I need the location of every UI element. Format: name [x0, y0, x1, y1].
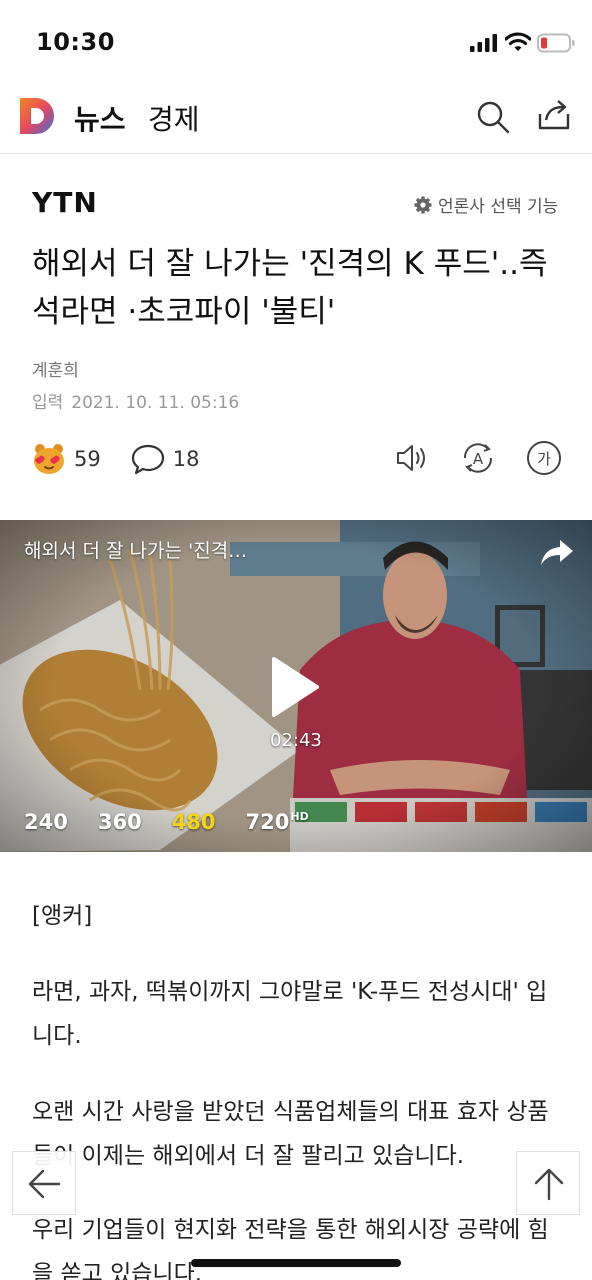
article-title: 해외서 더 잘 나가는 '진격의 K 푸드'..즉석라면 ·초코파이 '불티'	[32, 246, 548, 330]
quality-option-480[interactable]: 480	[172, 810, 216, 834]
share-icon[interactable]	[536, 98, 572, 132]
heart-eyes-emoji-icon[interactable]	[32, 442, 66, 476]
comment-count: 18	[172, 447, 200, 471]
publish-date: 입력 2021. 10. 11. 05:16	[32, 388, 239, 413]
body-paragraph: 오랜 시간 사랑을 받았던 식품업체들의 대표 효자 상품들이 이제는 해외에서…	[32, 1099, 549, 1169]
svg-text:가: 가	[537, 450, 551, 468]
play-icon[interactable]	[270, 656, 320, 718]
video-share-icon[interactable]	[540, 538, 574, 566]
search-icon[interactable]	[476, 100, 510, 134]
video-player[interactable]: 해외서 더 잘 나가는 '진격… 02:43 240 360 480 720HD	[0, 520, 592, 852]
scroll-top-button[interactable]	[516, 1151, 580, 1215]
reaction-count: 59	[74, 447, 101, 471]
quality-label: 480	[171, 810, 216, 834]
reaction-bar: 59 18	[32, 440, 229, 478]
section-tab-economy[interactable]: 경제	[148, 98, 200, 138]
news-home-link[interactable]: 뉴스	[74, 98, 126, 138]
battery-icon	[537, 33, 575, 53]
reporter-name[interactable]: 계훈희	[32, 356, 79, 381]
back-button[interactable]	[12, 1151, 76, 1215]
arrow-up-icon	[534, 1168, 564, 1201]
font-size-icon[interactable]: 가	[524, 438, 564, 478]
app-header: 뉴스 경제	[0, 84, 592, 154]
body-paragraph: 우리 기업들이 현지화 전략을 통한 해외시장 공략에 힘을 쏟고 있습니다.	[32, 1217, 549, 1280]
quality-label: 360	[97, 810, 142, 834]
quality-option-720[interactable]: 720HD	[246, 810, 309, 834]
translate-icon[interactable]: A	[458, 438, 498, 478]
daum-logo-icon[interactable]	[18, 96, 58, 136]
cellular-signal-icon	[470, 34, 497, 52]
status-bar: 10:30	[0, 0, 592, 84]
publisher-select-label: 언론사 선택 기능	[438, 197, 559, 217]
quality-label: 720	[245, 810, 290, 834]
video-duration: 02:43	[270, 730, 322, 751]
quality-option-240[interactable]: 240	[24, 810, 68, 834]
body-paragraph: 라면, 과자, 떡볶이까지 그야말로 'K-푸드 전성시대' 입니다.	[32, 979, 548, 1049]
quality-option-360[interactable]: 360	[98, 810, 142, 834]
gear-icon	[414, 196, 432, 213]
home-indicator[interactable]	[191, 1259, 401, 1267]
video-title: 해외서 더 잘 나가는 '진격…	[24, 540, 248, 562]
publisher-logo[interactable]: YTN	[32, 186, 98, 219]
svg-text:A: A	[473, 450, 484, 468]
publisher-select-button[interactable]: 언론사 선택 기능	[414, 192, 558, 217]
status-time: 10:30	[36, 28, 115, 56]
body-paragraph: [앵커]	[32, 903, 93, 929]
wifi-icon	[505, 32, 531, 51]
quality-label: 240	[24, 810, 68, 834]
quality-selector: 240 360 480 720HD	[24, 810, 309, 834]
arrow-left-icon	[28, 1169, 61, 1199]
date-label: 입력	[32, 393, 64, 413]
comment-icon[interactable]	[131, 443, 165, 475]
speaker-icon[interactable]	[393, 438, 433, 478]
date-value: 2021. 10. 11. 05:16	[71, 393, 240, 413]
hd-badge: HD	[290, 810, 309, 823]
